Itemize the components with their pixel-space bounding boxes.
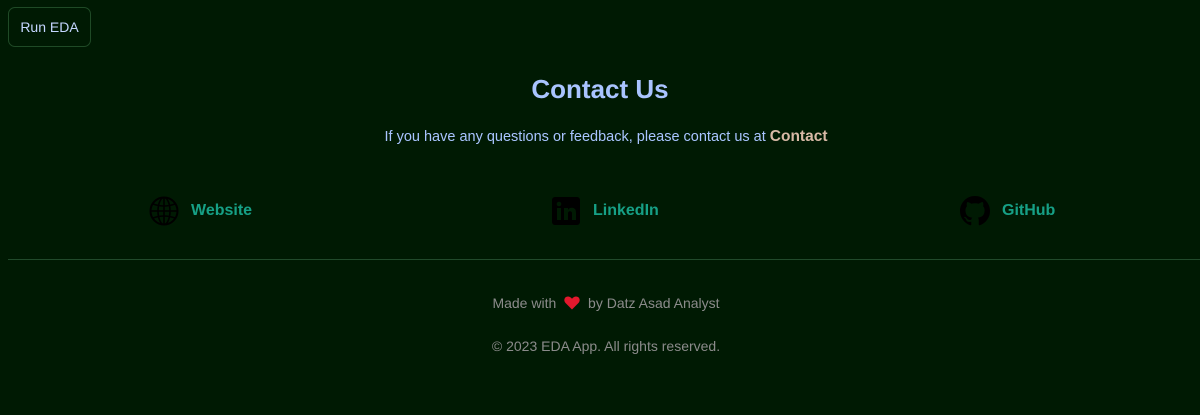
made-with-prefix: Made with	[492, 295, 557, 311]
website-link[interactable]: Website	[149, 195, 252, 227]
footer-divider	[8, 259, 1200, 260]
globe-icon	[149, 196, 179, 226]
linkedin-link[interactable]: LinkedIn	[551, 195, 659, 227]
linkedin-label: LinkedIn	[593, 202, 659, 219]
made-with-line: Made with by Datz Asad Analyst	[0, 295, 1200, 311]
website-label: Website	[191, 202, 253, 219]
contact-title: Contact Us	[531, 74, 669, 104]
copyright-text: © 2023 EDA App. All rights reserved.	[491, 338, 721, 354]
contact-message: If you have any questions or feedback, p…	[0, 128, 1200, 146]
github-icon	[960, 196, 990, 226]
made-with-suffix: by Datz Asad Analyst	[588, 295, 720, 311]
run-eda-button[interactable]: Run EDA	[8, 7, 91, 47]
page-root: Run EDA Contact Us If you have any quest…	[0, 0, 1200, 415]
github-label: GitHub	[1002, 202, 1056, 219]
linkedin-icon	[551, 196, 581, 226]
contact-link[interactable]: Contact	[770, 128, 828, 145]
github-link[interactable]: GitHub	[960, 195, 1055, 227]
contact-message-text: If you have any questions or feedback, p…	[384, 129, 766, 145]
heart-icon	[564, 296, 580, 310]
